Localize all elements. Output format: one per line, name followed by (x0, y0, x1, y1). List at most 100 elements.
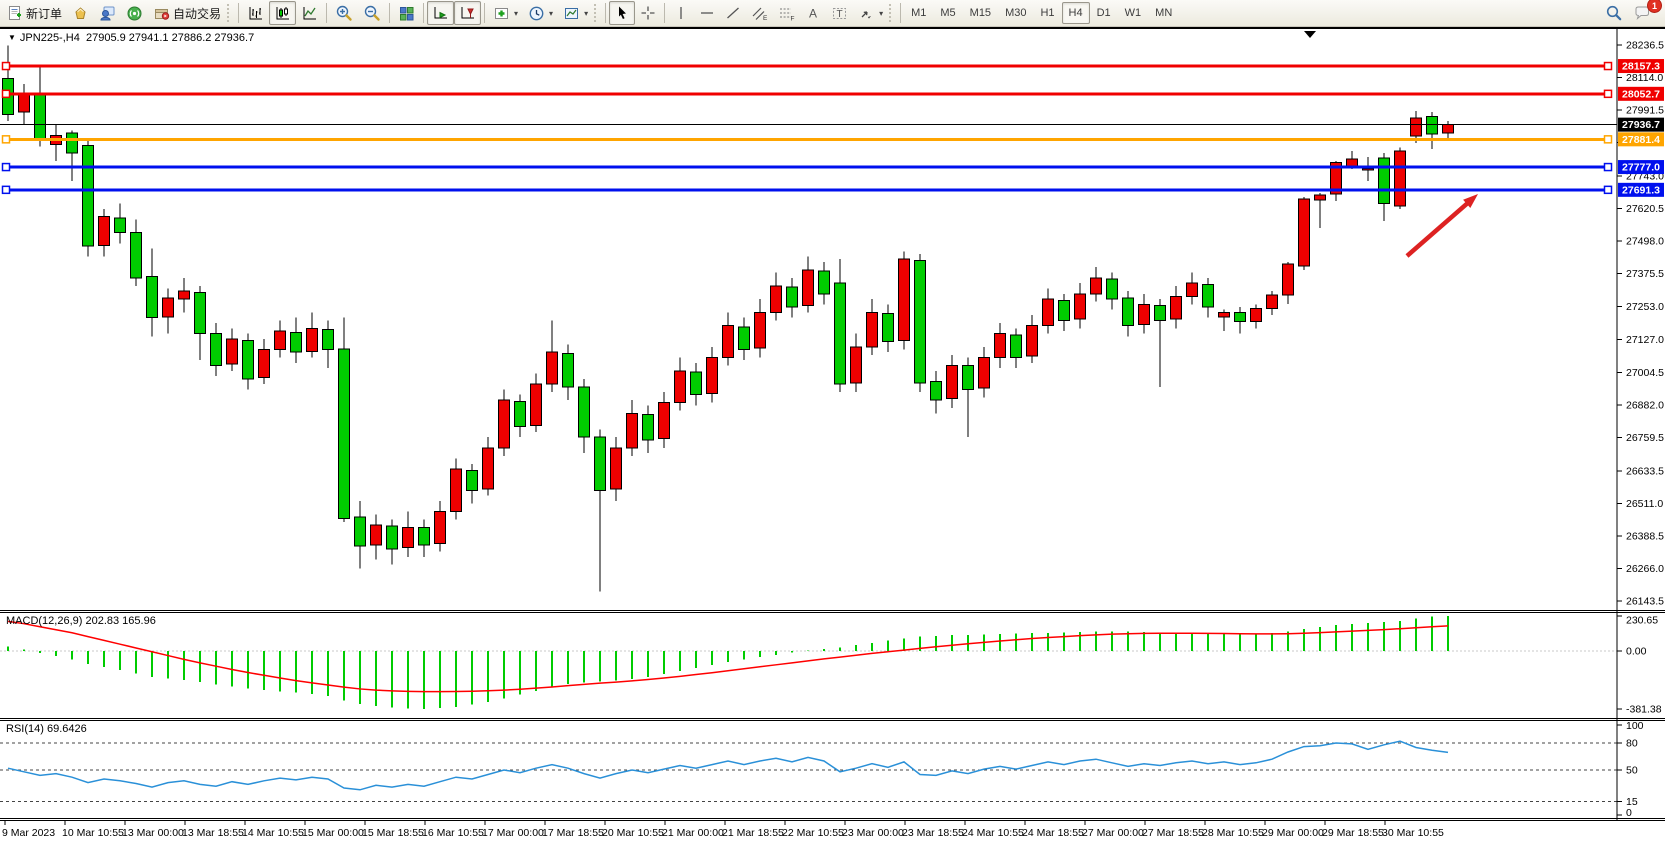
svg-text:24 Mar 10:55: 24 Mar 10:55 (962, 827, 1024, 839)
clock-icon (528, 5, 545, 22)
svg-text:13 Mar 00:00: 13 Mar 00:00 (122, 827, 184, 839)
svg-text:F: F (791, 15, 795, 22)
indicators-button[interactable]: ▾ (488, 1, 523, 25)
community-icon (99, 5, 116, 22)
svg-text:28236.5: 28236.5 (1626, 40, 1664, 52)
toolbar-grip (889, 4, 894, 22)
crosshair-icon (640, 5, 656, 21)
auto-scroll-icon (432, 5, 449, 22)
svg-text:29 Mar 18:55: 29 Mar 18:55 (1322, 827, 1384, 839)
svg-text:23 Mar 18:55: 23 Mar 18:55 (902, 827, 964, 839)
new-order-button[interactable]: 新订单 (2, 1, 67, 25)
timeframe-w1[interactable]: W1 (1118, 2, 1149, 24)
svg-text:T: T (837, 8, 843, 19)
toolbar-separator (605, 3, 606, 23)
toolbar-grip (227, 4, 232, 22)
chart-shift-button[interactable] (454, 1, 481, 25)
svg-text:22 Mar 10:55: 22 Mar 10:55 (782, 827, 844, 839)
text-tool-button[interactable]: A (800, 1, 826, 25)
community-button[interactable] (94, 1, 121, 25)
svg-text:10 Mar 10:55: 10 Mar 10:55 (62, 827, 124, 839)
tile-windows-button[interactable] (393, 1, 420, 25)
svg-text:80: 80 (1626, 738, 1638, 750)
svg-text:27004.5: 27004.5 (1626, 367, 1664, 379)
text-label-tool-button[interactable]: T (826, 1, 853, 25)
timeframe-mn[interactable]: MN (1148, 2, 1179, 24)
svg-text:26759.5: 26759.5 (1626, 432, 1664, 444)
svg-text:26633.5: 26633.5 (1626, 465, 1664, 477)
cursor-icon (614, 5, 630, 21)
search-button[interactable] (1600, 1, 1628, 25)
zoom-out-button[interactable] (358, 1, 386, 25)
svg-text:17 Mar 00:00: 17 Mar 00:00 (482, 827, 544, 839)
chart-window: 28236.528114.027991.527869.027743.027620… (0, 27, 1665, 846)
new-order-label: 新订单 (26, 5, 62, 22)
svg-text:27375.5: 27375.5 (1626, 268, 1664, 280)
notifications-button[interactable]: 1 (1628, 1, 1657, 25)
toolbar-separator (664, 3, 665, 23)
svg-text:27991.5: 27991.5 (1626, 105, 1664, 117)
signals-button[interactable] (121, 1, 148, 25)
svg-text:0.00: 0.00 (1626, 646, 1647, 658)
dropdown-caret: ▾ (514, 9, 518, 18)
svg-text:28157.3: 28157.3 (1622, 61, 1660, 73)
line-chart-button[interactable] (296, 1, 323, 25)
zoom-in-button[interactable] (330, 1, 358, 25)
svg-text:21 Mar 00:00: 21 Mar 00:00 (662, 827, 724, 839)
toolbar-separator (238, 3, 239, 23)
channel-tool-button[interactable]: E (746, 1, 773, 25)
svg-text:13 Mar 18:55: 13 Mar 18:55 (182, 827, 244, 839)
svg-text:26388.5: 26388.5 (1626, 530, 1664, 542)
svg-text:27620.5: 27620.5 (1626, 203, 1664, 215)
macd-panel-canvas[interactable]: 230.650.00-381.38 (0, 612, 1665, 720)
svg-text:27691.3: 27691.3 (1622, 184, 1660, 196)
horizontal-line-tool-button[interactable] (694, 1, 720, 25)
auto-scroll-button[interactable] (427, 1, 454, 25)
crosshair-tool-button[interactable] (635, 1, 661, 25)
svg-text:100: 100 (1626, 720, 1644, 732)
price-chart-canvas[interactable]: 28236.528114.027991.527869.027743.027620… (0, 29, 1665, 612)
market-button[interactable] (67, 1, 94, 25)
candlestick-chart-icon (274, 5, 291, 22)
candlestick-chart-button[interactable] (269, 1, 296, 25)
bar-chart-button[interactable] (242, 1, 269, 25)
timeframe-m1[interactable]: M1 (904, 2, 933, 24)
auto-trading-button[interactable]: 自动交易 (148, 1, 226, 25)
timeframe-m5[interactable]: M5 (933, 2, 962, 24)
time-axis[interactable]: 9 Mar 202310 Mar 10:5513 Mar 00:0013 Mar… (0, 820, 1665, 846)
timeframe-h1[interactable]: H1 (1033, 2, 1061, 24)
line-chart-icon (301, 5, 318, 22)
main-toolbar: 新订单 自动交易 (0, 0, 1665, 27)
templates-button[interactable]: ▾ (558, 1, 593, 25)
notification-badge: 1 (1647, 0, 1662, 13)
fibonacci-tool-button[interactable]: F (773, 1, 800, 25)
svg-text:27127.0: 27127.0 (1626, 334, 1664, 346)
cursor-tool-button[interactable] (609, 1, 635, 25)
trendline-tool-button[interactable] (720, 1, 746, 25)
new-order-icon (7, 5, 23, 21)
toolbar-separator (389, 3, 390, 23)
toolbar-separator (484, 3, 485, 23)
timeframe-m15[interactable]: M15 (963, 2, 998, 24)
auto-trading-icon (153, 5, 170, 22)
svg-text:28052.7: 28052.7 (1622, 88, 1660, 100)
tile-windows-icon (398, 5, 415, 22)
svg-text:27881.4: 27881.4 (1622, 134, 1660, 146)
svg-text:50: 50 (1626, 765, 1638, 777)
arrows-icon (858, 5, 875, 22)
svg-text:27498.0: 27498.0 (1626, 236, 1664, 248)
arrows-tool-button[interactable]: ▾ (853, 1, 888, 25)
timeframe-h4[interactable]: H4 (1062, 2, 1090, 24)
svg-text:E: E (763, 15, 768, 22)
timeframe-d1[interactable]: D1 (1090, 2, 1118, 24)
vertical-line-tool-button[interactable] (668, 1, 694, 25)
dropdown-caret: ▾ (879, 9, 883, 18)
svg-text:23 Mar 00:00: 23 Mar 00:00 (842, 827, 904, 839)
timeframe-m30[interactable]: M30 (998, 2, 1033, 24)
svg-text:-381.38: -381.38 (1626, 703, 1662, 715)
svg-text:16 Mar 10:55: 16 Mar 10:55 (422, 827, 484, 839)
rsi-panel-canvas[interactable]: 1008050150 (0, 720, 1665, 820)
equidistant-channel-icon: E (751, 5, 768, 22)
svg-text:21 Mar 18:55: 21 Mar 18:55 (722, 827, 784, 839)
periods-button[interactable]: ▾ (523, 1, 558, 25)
